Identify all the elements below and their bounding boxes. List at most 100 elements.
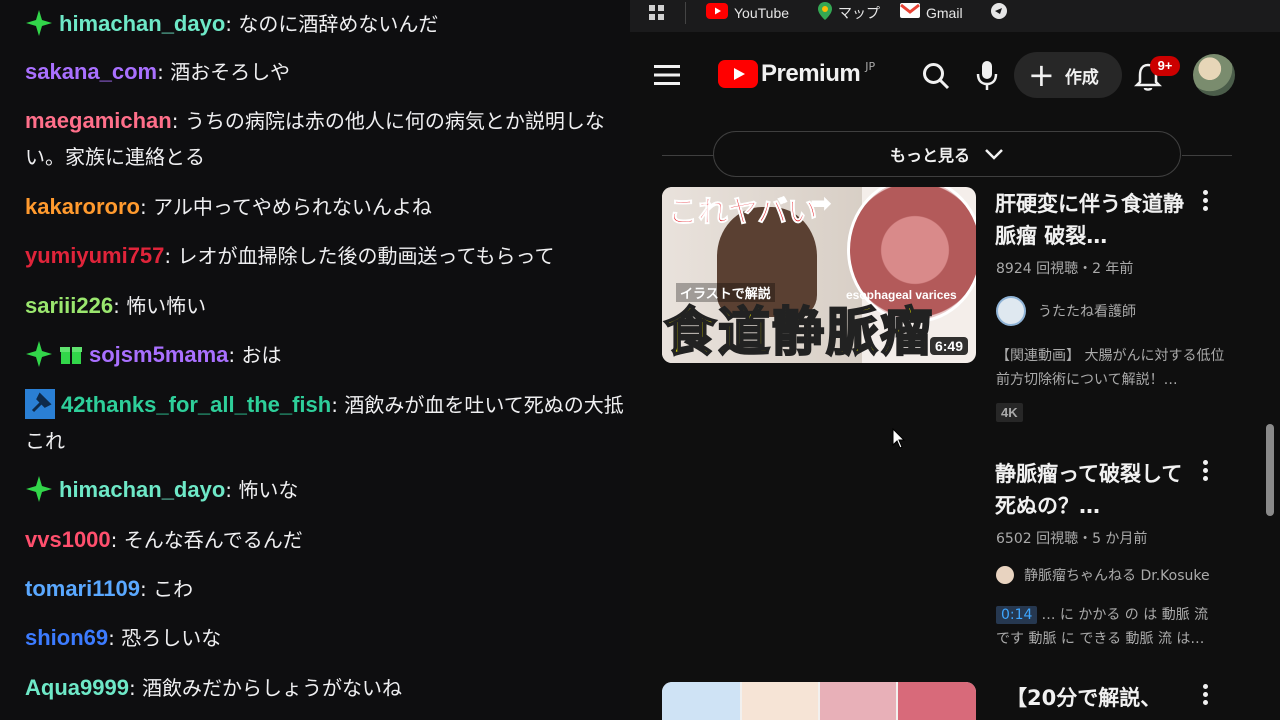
youtube-logo[interactable]: Premium JP — [718, 60, 875, 88]
thumbnail-text-big: 食道静脈瘤 — [663, 302, 935, 363]
bookmark-divider — [685, 2, 686, 24]
youtube-header: Premium JP + 作成 9+ — [630, 40, 1280, 112]
more-options-icon[interactable] — [1203, 190, 1209, 214]
chevron-down-icon — [985, 149, 1003, 160]
chat-text: 怖いな — [238, 478, 299, 502]
scrollbar-thumb[interactable] — [1266, 424, 1274, 516]
more-options-icon[interactable] — [1203, 684, 1209, 708]
chat-text: こわ — [153, 577, 194, 601]
chat-colon: : — [108, 626, 122, 650]
sparkle-badge-icon[interactable] — [25, 340, 53, 368]
bookmark-label: マップ — [838, 5, 880, 21]
timestamp-chip[interactable]: 0:14 — [996, 606, 1038, 624]
chat-message: Aqua9999: 酒飲みだからしょうがないね — [25, 670, 630, 706]
thumbnail-text-top: これヤバい — [667, 195, 818, 231]
youtube-icon — [706, 2, 728, 24]
video-title[interactable]: 肝硬変に伴う食道静脈瘤 破裂… — [995, 188, 1185, 252]
video-snippet: 0:14… に かかる の は 動脈 流 です 動脈 に できる 動脈 流 は… — [996, 603, 1236, 651]
description-text: 【関連動画】 大腸がんに対する低位前方切除術について解説！… — [996, 348, 1225, 388]
chat-colon: : — [225, 478, 239, 502]
plus-icon: + — [1028, 56, 1055, 94]
thumbnail-text-en: esophageal varices — [846, 288, 957, 302]
more-options-icon[interactable] — [1203, 460, 1209, 484]
thumbnail-panel — [662, 682, 740, 720]
chat-username[interactable]: himachan_dayo — [59, 477, 225, 502]
chat-username[interactable]: kakarororo — [25, 194, 140, 219]
snippet-line: … に かかる の は 動脈 流 — [1041, 607, 1209, 623]
chat-username[interactable]: Aqua9999 — [25, 675, 129, 700]
chat-message: sakana_com: 酒おそろしや — [25, 54, 630, 90]
chat-colon: : — [331, 393, 345, 417]
channel-name: うたたね看護師 — [1038, 304, 1136, 320]
chat-panel: himachan_dayo: なのに酒辞めないんだ sakana_com: 酒おそ… — [0, 0, 630, 720]
chat-username[interactable]: himachan_dayo — [59, 11, 225, 36]
chat-text: アル中ってやめられないんよね — [153, 195, 432, 219]
chat-colon: : — [225, 12, 239, 36]
video-title[interactable]: 静脈瘤って破裂して死ぬの？… — [995, 458, 1185, 522]
bookmark-youtube[interactable]: YouTube — [706, 2, 790, 24]
bookmark-gmail[interactable]: Gmail — [900, 3, 963, 23]
chat-username[interactable]: sakana_com — [25, 59, 157, 84]
youtube-logo-icon — [718, 60, 758, 88]
mouse-cursor-icon — [892, 428, 906, 449]
thumbnail-panel — [742, 682, 818, 720]
notification-badge: 9+ — [1150, 56, 1180, 76]
tool-badge-icon[interactable] — [25, 389, 55, 419]
chat-username[interactable]: vvs1000 — [25, 527, 111, 552]
chat-colon: : — [139, 577, 154, 601]
chat-colon: : — [171, 109, 185, 133]
search-icon[interactable] — [922, 62, 950, 94]
video-title[interactable]: 【20分で解説、 — [1006, 682, 1206, 714]
chat-message: sojsm5mama: おは — [25, 337, 630, 373]
maps-icon — [818, 1, 832, 25]
chat-colon: : — [110, 528, 124, 552]
chat-message: himachan_dayo: なのに酒辞めないんだ — [25, 6, 630, 42]
bookmark-extension[interactable] — [990, 2, 1008, 25]
quality-badge: 4K — [996, 403, 1023, 422]
chat-colon: : — [228, 343, 242, 367]
channel-link[interactable]: 静脈瘤ちゃんねる Dr.Kosuke — [996, 565, 1210, 585]
apps-icon[interactable] — [648, 3, 666, 23]
gmail-icon — [900, 3, 920, 23]
chat-message: tomari1109: こわ — [25, 571, 630, 607]
sparkle-badge-icon[interactable] — [25, 9, 53, 37]
channel-name: 静脈瘤ちゃんねる Dr.Kosuke — [1024, 568, 1210, 584]
chat-colon: : — [128, 676, 143, 700]
chat-text: なのに酒辞めないんだ — [238, 12, 439, 36]
video-description: 【関連動画】 大腸がんに対する低位前方切除術について解説！… — [996, 344, 1236, 392]
chat-message: yumiyumi757: レオが血掃除した後の動画送ってもらって — [25, 238, 630, 274]
divider — [662, 155, 714, 156]
chat-username[interactable]: maegamichan — [25, 108, 172, 133]
video-thumbnail[interactable]: これヤバい ➡ イラストで解説 esophageal varices 食道静脈瘤… — [662, 187, 976, 363]
globe-icon — [990, 2, 1008, 25]
microphone-icon[interactable] — [976, 60, 998, 96]
region-label: JP — [865, 59, 876, 73]
avatar[interactable] — [1193, 54, 1235, 96]
sparkle-badge-icon[interactable] — [25, 475, 53, 503]
chat-username[interactable]: tomari1109 — [25, 576, 140, 601]
channel-link[interactable]: うたたね看護師 — [996, 296, 1136, 326]
thumbnail-panel — [820, 682, 896, 720]
video-thumbnail[interactable] — [662, 682, 976, 720]
bookmark-label: YouTube — [734, 5, 790, 21]
chat-text: 怖い怖い — [126, 294, 207, 318]
chat-username[interactable]: 42thanks_for_all_the_fish — [61, 392, 331, 417]
chat-username[interactable]: sariii226 — [25, 293, 113, 318]
menu-icon[interactable] — [654, 64, 680, 90]
chat-username[interactable]: sojsm5mama — [89, 342, 228, 367]
bookmark-maps[interactable]: マップ — [818, 1, 880, 25]
show-more-button[interactable]: もっと見る — [713, 131, 1181, 177]
snippet-line: です 動脈 に できる 動脈 流 は… — [996, 631, 1205, 647]
chat-message: sariii226: 怖い怖い — [25, 288, 630, 324]
channel-avatar — [996, 296, 1026, 326]
bookmarks-bar: YouTube マップ Gmail — [630, 0, 1280, 32]
chat-text: 酒おそろしや — [170, 60, 291, 84]
chat-message: 42thanks_for_all_the_fish: 酒飲みが血を吐いて死ぬの大… — [25, 387, 630, 459]
chat-text: おは — [241, 343, 282, 367]
chat-username[interactable]: yumiyumi757 — [25, 243, 164, 268]
create-button[interactable]: + 作成 — [1014, 52, 1122, 98]
gift-badge-icon[interactable] — [59, 341, 83, 365]
chat-text: 酒飲みだからしょうがないね — [142, 676, 403, 700]
chat-username[interactable]: shion69 — [25, 625, 108, 650]
thumbnail-text-mid: イラストで解説 — [676, 283, 775, 302]
